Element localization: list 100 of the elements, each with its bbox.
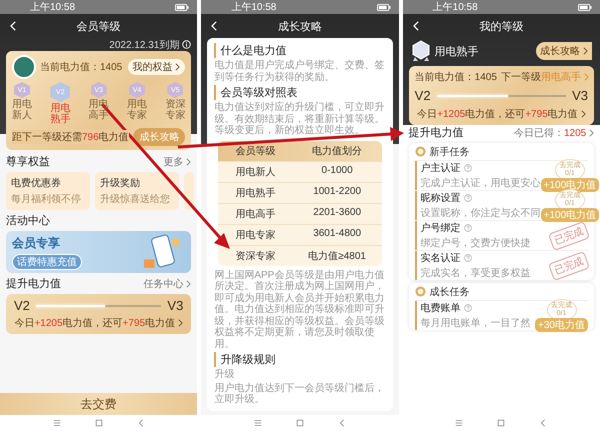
table-cell-text: 用电新人 [234, 166, 276, 180]
group-title: 成长任务 [430, 286, 470, 298]
section-title: 提升电力值 [6, 277, 61, 291]
hexagon-badge-icon [410, 40, 431, 62]
level-name: 用电新人 [12, 99, 32, 121]
section-title: 会员等级对照表 [214, 85, 386, 100]
chevron-icon [186, 158, 192, 166]
back-icon[interactable] [10, 21, 17, 31]
task-description: 绑定户号，交费方便快捷 [420, 236, 531, 250]
progress-summary[interactable]: 今日+1205电力值，还可+795电力值 [414, 107, 588, 121]
reward-badge: +100电力值 [540, 178, 600, 192]
menu-icon[interactable] [455, 419, 464, 427]
paragraph: 网上国网APP会员等级是由用户电力值所决定。首次注册成为网上国网用户，即可成为用电新人会员并开始积累电力值。电力值达到相应的等级标准即可升级，并获得相应的等级权益。会员等级权益将不定期更新，请您及时领取使用。 [214, 270, 386, 350]
coin-icon [414, 286, 426, 297]
table-cell-text: 1001-2200 [312, 184, 362, 198]
section-title: 活动中心 [6, 214, 50, 228]
avatar [12, 55, 36, 79]
level-name: 用电熟手 [50, 103, 70, 125]
benefit-card[interactable]: 电费优惠券 每月福利领不停 [6, 172, 90, 210]
completed-stamp: 已完成 [548, 250, 590, 280]
growth-guide-button[interactable]: 成长攻略 [536, 42, 592, 60]
home-icon[interactable] [497, 419, 506, 427]
status-time: 上午10:58 [231, 0, 276, 14]
pay-button[interactable]: 去交费 [0, 393, 198, 415]
task-title: 实名认证 [420, 252, 461, 265]
chevron-icon [584, 73, 589, 82]
power-value: 当前电力值：1405 [414, 70, 497, 84]
chevron-icon [178, 319, 183, 328]
expiry-date: 2022.12.31到期 [109, 38, 180, 52]
back-icon[interactable] [211, 21, 218, 31]
paragraph: 电力值是用户完成户号绑定、交费、签到等任务行为获得的奖励。 [214, 60, 386, 83]
back-icon[interactable] [412, 21, 420, 31]
benefit-card[interactable]: 升级奖励 升级惊喜送给您 [95, 172, 179, 210]
status-time: 上午10:58 [30, 0, 76, 14]
task-title: 电费账单 [420, 302, 461, 315]
reward-badge: +30电力值 [535, 318, 588, 332]
table-cell-text: 2201-3600 [312, 206, 362, 220]
battery-icon [578, 4, 592, 10]
progress-summary[interactable]: 今日+1205电力值，还可+795电力值 [14, 316, 184, 330]
chevron-icon [186, 280, 192, 288]
screen-title: 我的等级 [479, 20, 524, 34]
chevron-icon [175, 63, 180, 72]
banner-title: 会员专享 [12, 234, 61, 252]
battery-icon [175, 4, 190, 10]
level-name: 用电熟手 [434, 44, 479, 58]
task-title: 户主认证 [420, 162, 461, 175]
task-description: 完成户主认证，用电更安心 [420, 176, 541, 190]
column-header: 电力值划分 [311, 144, 364, 158]
next-level-hint: 距下一等级还需796电力值 [12, 130, 129, 144]
chevron-icon [580, 110, 586, 118]
table-cell-text: 用电专家 [234, 228, 276, 242]
task-description: 完成实名，享受更多权益 [420, 266, 531, 280]
help-icon[interactable] [464, 164, 472, 172]
help-icon[interactable] [464, 224, 472, 232]
subheading: 升级 [214, 369, 236, 380]
section-title: 升降级规则 [214, 352, 386, 367]
screen-title: 成长攻略 [278, 20, 322, 34]
chevron-icon [582, 47, 588, 56]
task-center-link[interactable]: 任务中心 [144, 276, 192, 290]
column-header: 会员等级 [234, 144, 276, 158]
menu-icon[interactable] [254, 419, 262, 427]
task-title: 户号绑定 [420, 222, 461, 235]
section-title: 什么是电力值 [214, 43, 386, 58]
table-cell-text: 0-1000 [320, 164, 354, 178]
help-icon[interactable] [464, 254, 472, 262]
help-icon[interactable] [464, 304, 472, 312]
menu-icon[interactable] [52, 419, 61, 427]
home-icon[interactable] [296, 419, 304, 427]
level-label: V3 [167, 298, 184, 313]
banner-pill: 话费特惠充值 [12, 254, 82, 270]
level-label: V2 [414, 88, 431, 103]
task-description: 每月用电账单，一目了然 [420, 316, 531, 330]
section-title: 尊享权益 [6, 154, 50, 169]
my-rights-button[interactable]: 我的权益 [128, 59, 186, 75]
home-icon[interactable] [94, 419, 103, 427]
battery-icon [376, 4, 391, 10]
level-label: V3 [572, 88, 588, 103]
table-cell-text: 用电熟手 [234, 186, 276, 200]
screen-title: 会员等级 [76, 20, 121, 34]
earned-today[interactable]: 今日已得：1205 [514, 126, 594, 140]
status-time: 上午10:58 [432, 0, 478, 14]
level-label: V2 [14, 298, 30, 313]
help-icon[interactable] [464, 194, 472, 202]
level-name: 用电专家 [126, 99, 147, 121]
paragraph: 用户电力值达到下一会员等级门槛后，立即升级。 [214, 382, 386, 406]
promo-banner[interactable]: 会员专享 话费特惠充值 [6, 231, 192, 273]
section-title: 提升电力值 [408, 126, 464, 140]
power-value: 当前电力值：1405 [40, 60, 124, 74]
next-level-label: 下一等级 [500, 72, 541, 83]
chevron-icon [588, 128, 594, 137]
table-cell-text: 资深专家 [234, 250, 276, 264]
level-name: 资深专家 [165, 99, 186, 121]
group-title: 新手任务 [430, 146, 470, 158]
task-title: 昵称设置 [420, 192, 461, 205]
table-cell-text: 3601-4800 [312, 226, 362, 240]
task-description: 设置昵称，你注定与众不同 [420, 206, 541, 220]
table-cell-text: 电力值≥4801 [307, 250, 367, 264]
info-icon[interactable] [182, 40, 192, 49]
coin-icon [414, 146, 426, 157]
more-link[interactable]: 更多 [164, 154, 192, 168]
